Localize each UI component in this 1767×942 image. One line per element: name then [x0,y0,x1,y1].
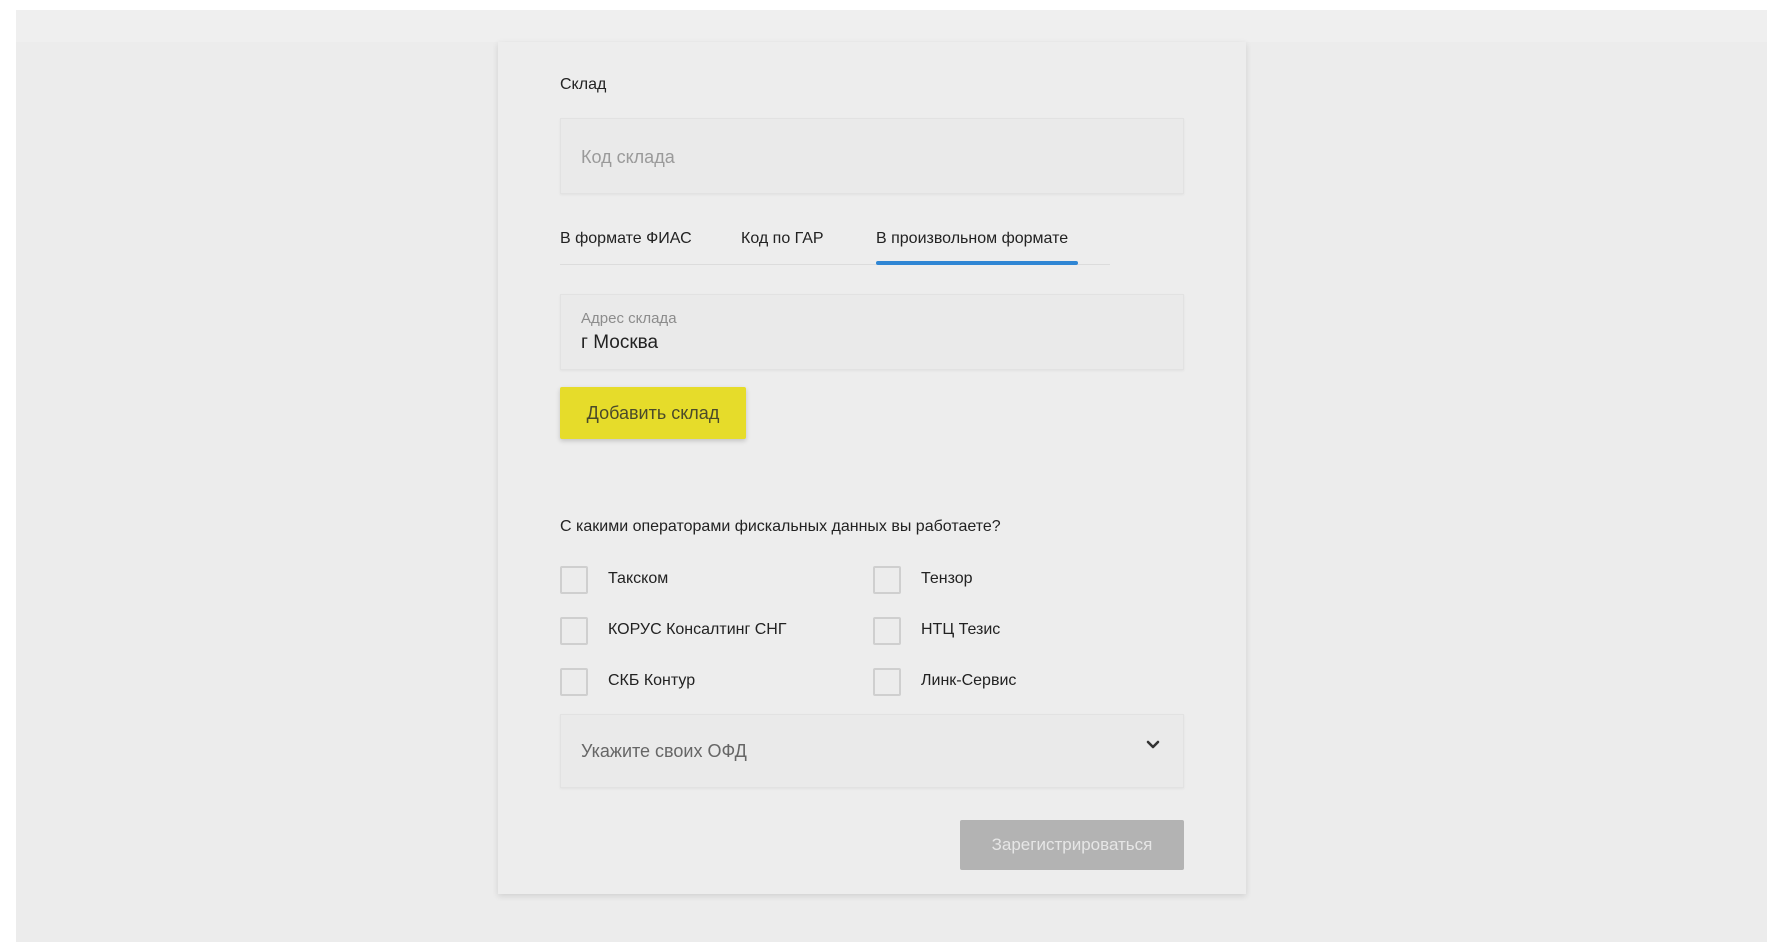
warehouse-section-label: Склад [560,76,607,93]
address-format-tabs: В формате ФИАС Код по ГАР В произвольном… [560,224,1110,265]
operator-checkbox[interactable] [873,617,901,645]
operator-checkbox[interactable] [873,566,901,594]
ofd-select-placeholder: Укажите своих ОФД [581,741,747,761]
tab-free-format[interactable]: В произвольном формате [876,230,1068,248]
warehouse-code-placeholder: Код склада [581,147,675,167]
operator-checkbox[interactable] [560,617,588,645]
operator-checkbox[interactable] [560,566,588,594]
operator-checkbox[interactable] [873,668,901,696]
top-band [16,10,1767,42]
add-warehouse-button[interactable]: Добавить склад [560,387,746,439]
page-viewport: Склад Код склада В формате ФИАС Код по Г… [16,10,1767,942]
operator-label: КОРУС Консалтинг СНГ [608,621,787,638]
warehouse-address-value: г Москва [581,332,659,353]
warehouse-address-input[interactable]: Адрес склада г Москва [560,294,1184,370]
registration-form-card: Склад Код склада В формате ФИАС Код по Г… [498,42,1246,894]
operator-label: Тензор [921,570,973,587]
tab-fias[interactable]: В формате ФИАС [560,230,692,248]
active-tab-indicator [876,261,1078,265]
ofd-question: С какими операторами фискальных данных в… [560,518,1001,535]
ofd-select[interactable]: Укажите своих ОФД [560,714,1184,788]
tab-gar-code[interactable]: Код по ГАР [741,230,824,248]
register-button[interactable]: Зарегистрироваться [960,820,1184,870]
operator-checkbox[interactable] [560,668,588,696]
operator-label: Линк-Сервис [921,672,1017,689]
operator-label: НТЦ Тезис [921,621,1001,638]
warehouse-code-input[interactable]: Код склада [560,118,1184,194]
warehouse-address-label: Адрес склада [581,310,677,327]
operator-label: СКБ Контур [608,672,696,689]
operator-label: Такском [608,570,669,587]
chevron-down-icon [1146,740,1160,749]
